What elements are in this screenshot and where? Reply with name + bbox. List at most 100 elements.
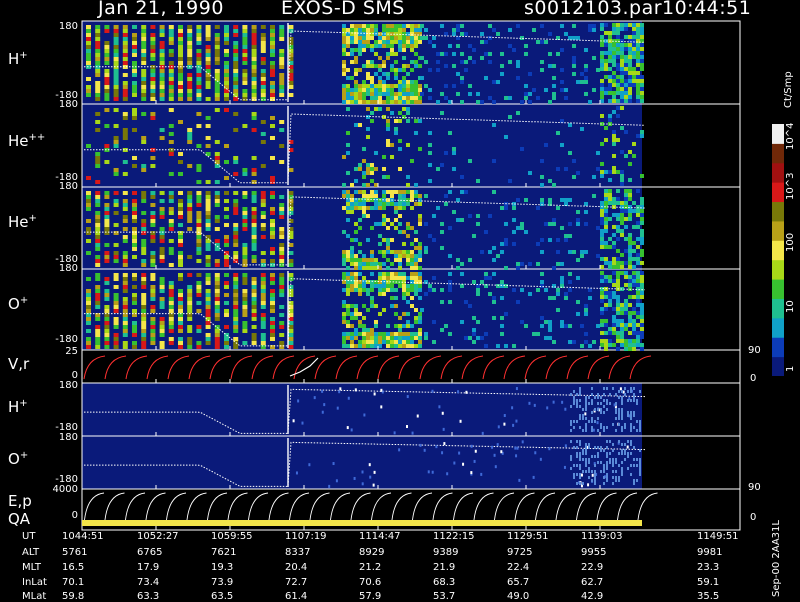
footer-cell-inlat: 68.3 bbox=[433, 577, 456, 588]
panel-label-heplus: He+ bbox=[8, 213, 37, 231]
ytick-bot-oplus: -180 bbox=[55, 334, 78, 345]
colorbar-tick-1: 1 bbox=[785, 365, 796, 372]
ytick-top-heplus: 180 bbox=[58, 181, 78, 192]
rtick-bot-ep: 0 bbox=[750, 512, 757, 523]
footer-cell-inlat: 65.7 bbox=[507, 577, 530, 588]
header-instrument: EXOS-D SMS bbox=[281, 0, 405, 19]
panel-label-hplus2: H+ bbox=[8, 398, 28, 416]
colorbar-segment bbox=[772, 259, 784, 280]
rtick-top-ep: 90 bbox=[748, 482, 761, 493]
panel-label-oplus: O+ bbox=[8, 295, 29, 313]
footer-cell-ut: 1129:51 bbox=[507, 531, 549, 542]
ytick-top-hepp: 180 bbox=[58, 99, 78, 110]
footer-cell-alt: 9981 bbox=[697, 547, 723, 558]
footer-cell-inlat: 72.7 bbox=[285, 577, 308, 588]
footer-cell-alt: 8337 bbox=[285, 547, 311, 558]
panel-label-hplus: H+ bbox=[8, 50, 28, 68]
plot-canvas bbox=[81, 20, 741, 531]
footer-cell-mlt: 23.3 bbox=[697, 562, 720, 573]
panel-label-vr: V,r bbox=[8, 355, 30, 373]
footer-cell-ut: 1107:19 bbox=[285, 531, 327, 542]
panel-label-ep: E,p bbox=[8, 492, 32, 510]
colorbar-segment bbox=[772, 162, 784, 183]
colorbar-segment bbox=[772, 201, 784, 222]
sms-plot: Jan 21, 1990 EXOS-D SMS s0012103.par 10:… bbox=[0, 0, 800, 602]
colorbar-tick-10000: 10^4 bbox=[785, 122, 796, 150]
colorbar-unit: Ct/Smp bbox=[783, 71, 794, 108]
footer-cell-ut: 1139:03 bbox=[581, 531, 623, 542]
panel-label-oplus2: O+ bbox=[8, 450, 29, 468]
footer-cell-inlat: 73.9 bbox=[211, 577, 234, 588]
footer-cell-alt: 9725 bbox=[507, 547, 533, 558]
ytick-top-hplus2: 180 bbox=[58, 380, 78, 391]
footer-cell-alt: 9955 bbox=[581, 547, 607, 558]
footer-cell-mlt: 22.9 bbox=[581, 562, 604, 573]
colorbar-segment bbox=[772, 240, 784, 261]
header-date: Jan 21, 1990 bbox=[98, 0, 224, 19]
footer-cell-mlt: 16.5 bbox=[62, 562, 85, 573]
colorbar-segment bbox=[772, 317, 784, 338]
footer-cell-inlat: 62.7 bbox=[581, 577, 604, 588]
footer-cell-mlat: 63.5 bbox=[211, 591, 234, 602]
footer-cell-ut: 1149:51 bbox=[697, 531, 739, 542]
footer-cell-mlat: 49.0 bbox=[507, 591, 530, 602]
footer-cell-alt: 6765 bbox=[137, 547, 163, 558]
rtick-top-vr: 90 bbox=[748, 345, 761, 356]
footer-cell-mlt: 19.3 bbox=[211, 562, 234, 573]
colorbar-segment bbox=[772, 124, 784, 144]
panel-field-vr bbox=[82, 350, 642, 383]
footer-cell-mlt: 21.9 bbox=[433, 562, 456, 573]
stamp: Sep-00 2AA31L bbox=[771, 520, 782, 597]
colorbar-segment bbox=[772, 220, 784, 241]
colorbar-tick-100: 100 bbox=[785, 232, 796, 252]
footer-cell-mlat: 53.7 bbox=[433, 591, 456, 602]
ytick-top-oplus: 180 bbox=[58, 263, 78, 274]
ytick-top-vr: 25 bbox=[65, 346, 78, 357]
footer-cell-ut: 1052:27 bbox=[137, 531, 179, 542]
footer-cell-mlat: 42.9 bbox=[581, 591, 604, 602]
footer-cell-mlt: 21.2 bbox=[359, 562, 382, 573]
footer-cell-mlt: 20.4 bbox=[285, 562, 308, 573]
colorbar-tick-10: 10 bbox=[785, 300, 796, 313]
footer-cell-inlat: 70.1 bbox=[62, 577, 85, 588]
footer-cell-mlat: 57.9 bbox=[359, 591, 382, 602]
footer-cell-mlat: 61.4 bbox=[285, 591, 308, 602]
footer-cell-alt: 9389 bbox=[433, 547, 459, 558]
footer-cell-alt: 8929 bbox=[359, 547, 385, 558]
header-file: s0012103.par bbox=[524, 0, 663, 19]
footer-cell-ut: 1122:15 bbox=[433, 531, 475, 542]
colorbar bbox=[772, 124, 784, 376]
ytick-top-ep: 4000 bbox=[52, 484, 78, 495]
footer-cell-ut: 1044:51 bbox=[62, 531, 104, 542]
panel-label-hepp: He++ bbox=[8, 132, 46, 150]
footer-label-mlat: MLat bbox=[22, 591, 47, 602]
colorbar-segment bbox=[772, 182, 784, 203]
footer-label-alt: ALT bbox=[22, 547, 40, 558]
footer-cell-mlat: 59.8 bbox=[62, 591, 85, 602]
footer-cell-ut: 1059:55 bbox=[211, 531, 253, 542]
colorbar-segment bbox=[772, 337, 784, 358]
colorbar-segment bbox=[772, 143, 784, 164]
header-time: 10:44:51 bbox=[662, 0, 752, 19]
colorbar-tick-1000: 10^3 bbox=[785, 172, 796, 200]
footer-cell-mlat: 35.5 bbox=[697, 591, 720, 602]
footer-cell-mlt: 17.9 bbox=[137, 562, 160, 573]
footer-cell-alt: 5761 bbox=[62, 547, 88, 558]
footer-cell-mlt: 22.4 bbox=[507, 562, 530, 573]
ytick-top-hplus: 180 bbox=[58, 21, 78, 32]
footer-cell-inlat: 59.1 bbox=[697, 577, 720, 588]
footer-cell-alt: 7621 bbox=[211, 547, 237, 558]
ytick-top-oplus2: 180 bbox=[58, 432, 78, 443]
footer-cell-inlat: 70.6 bbox=[359, 577, 382, 588]
footer-label-mlt: MLT bbox=[22, 562, 41, 573]
footer-label-inlat: InLat bbox=[22, 577, 47, 588]
colorbar-segment bbox=[772, 298, 784, 319]
ytick-bot-ep: 0 bbox=[71, 510, 78, 521]
panel-label-qa: QA bbox=[8, 510, 31, 528]
rtick-bot-vr: 0 bbox=[750, 373, 757, 384]
colorbar-segment bbox=[772, 356, 784, 376]
colorbar-segment bbox=[772, 279, 784, 299]
footer-cell-mlat: 63.3 bbox=[137, 591, 160, 602]
footer-cell-inlat: 73.4 bbox=[137, 577, 160, 588]
footer-label-ut: UT bbox=[22, 531, 36, 542]
